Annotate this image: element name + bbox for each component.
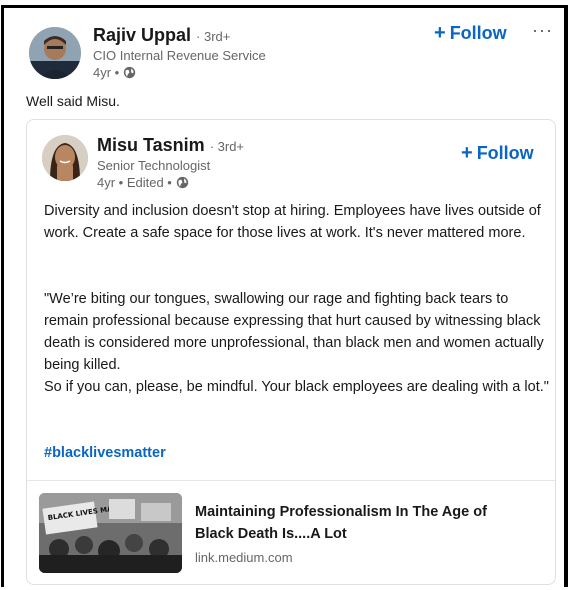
hashtag-link[interactable]: #blacklivesmatter	[44, 445, 166, 461]
globe-icon	[176, 176, 189, 189]
profile-photo-icon	[29, 27, 81, 79]
author-headline: CIO Internal Revenue Service	[93, 48, 266, 63]
post-comment: Well said Misu.	[26, 93, 120, 109]
post-meta: 4yr •	[93, 65, 136, 80]
more-options-button[interactable]: ···	[532, 20, 553, 41]
link-title[interactable]: Maintaining Professionalism In The Age o…	[195, 501, 525, 545]
shared-author-headline: Senior Technologist	[97, 158, 211, 173]
globe-icon	[124, 66, 136, 79]
shared-author-name-text[interactable]: Misu Tasnim	[97, 135, 205, 155]
shared-author-name[interactable]: Misu Tasnim · 3rd+	[97, 135, 244, 156]
misu-avatar[interactable]	[42, 135, 88, 181]
shared-post-time: 4yr • Edited •	[97, 175, 172, 190]
post-time: 4yr •	[93, 65, 120, 80]
shared-post-card[interactable]: Misu Tasnim · 3rd+ Senior Technologist 4…	[26, 119, 556, 585]
plus-icon: +	[434, 22, 446, 44]
profile-photo-icon	[42, 135, 88, 181]
shared-paragraph-1: Diversity and inclusion doesn't stop at …	[44, 203, 541, 241]
card-divider	[27, 480, 555, 481]
protest-photo-icon: BLACK LIVES MATTER	[39, 493, 182, 573]
shared-post-meta: 4yr • Edited •	[97, 175, 189, 190]
rajiv-avatar[interactable]	[29, 27, 81, 79]
follow-label: Follow	[449, 23, 507, 43]
plus-icon: +	[461, 142, 473, 164]
follow-label: Follow	[476, 143, 534, 163]
shared-paragraph-3: So if you can, please, be mindful. Your …	[44, 379, 549, 395]
connection-degree: · 3rd+	[209, 139, 245, 154]
connection-degree: · 3rd+	[196, 29, 231, 44]
link-domain: link.medium.com	[195, 550, 293, 565]
shared-follow-button[interactable]: + Follow	[461, 142, 534, 165]
link-thumbnail[interactable]: BLACK LIVES MATTER	[39, 493, 182, 573]
follow-button[interactable]: + Follow	[434, 22, 507, 45]
shared-paragraph-2: "We’re biting our tongues, swallowing ou…	[44, 291, 544, 373]
author-name[interactable]: Rajiv Uppal · 3rd+	[93, 25, 230, 46]
author-name-text[interactable]: Rajiv Uppal	[93, 25, 191, 45]
